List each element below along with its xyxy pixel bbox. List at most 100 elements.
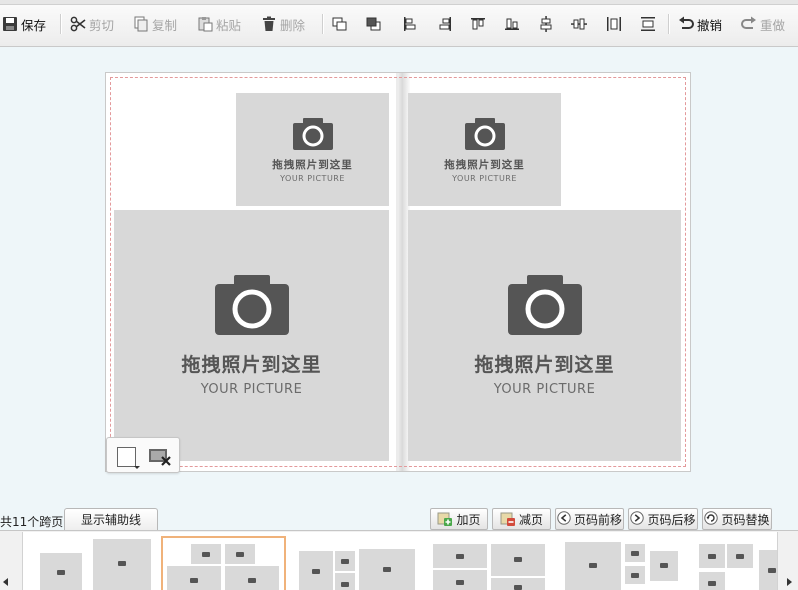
thumb-slot: [565, 542, 621, 590]
align-middle-icon: [538, 16, 554, 32]
distribute-h-button[interactable]: [606, 13, 622, 35]
undo-button[interactable]: 撤销: [678, 13, 722, 35]
copy-button[interactable]: 复制: [133, 13, 177, 35]
bring-forward-button[interactable]: [332, 13, 348, 35]
thumb-slot: [625, 566, 645, 584]
align-bottom-button[interactable]: [504, 13, 520, 35]
toolbar: 保存 剪切 复制 粘贴 删除 撤销 重做: [0, 0, 798, 47]
photo-slot[interactable]: 拖拽照片到这里 YOUR PICTURE: [114, 210, 389, 461]
show-guides-button[interactable]: 显示辅助线: [64, 508, 158, 530]
camera-icon: [507, 275, 582, 335]
toolbar-separator: [322, 14, 324, 34]
thumb-slot: [40, 553, 82, 590]
align-center-icon: [571, 16, 587, 32]
save-button[interactable]: 保存: [2, 13, 46, 35]
remove-background-icon: [149, 449, 171, 466]
thumb-slot: [433, 570, 487, 590]
arrow-right-icon: [630, 510, 645, 528]
replace-page-button[interactable]: 页码替换: [702, 508, 772, 530]
replace-page-label: 页码替换: [721, 512, 770, 527]
move-backward-label: 页码后移: [647, 512, 696, 527]
thumb-slot: [650, 551, 678, 581]
placeholder-text-en: YOUR PICTURE: [200, 382, 303, 397]
background-color-picker[interactable]: [117, 447, 140, 469]
redo-label: 重做: [760, 17, 786, 33]
align-left-button[interactable]: [402, 13, 418, 35]
photo-slot[interactable]: 拖拽照片到这里 YOUR PICTURE: [236, 93, 389, 206]
remove-background-button[interactable]: [148, 448, 172, 469]
toolbar-separator: [60, 14, 62, 34]
spread-count: 共11个跨页: [0, 515, 64, 529]
cut-icon: [70, 16, 86, 32]
delete-button[interactable]: 删除: [261, 13, 305, 35]
placeholder-text-cn: 拖拽照片到这里: [181, 354, 322, 376]
thumb-slot: [699, 572, 725, 590]
move-page-backward-button[interactable]: 页码后移: [628, 508, 698, 530]
thumbnail-viewport: [22, 532, 778, 590]
thumb-slot: [167, 566, 221, 590]
placeholder-text-cn: 拖拽照片到这里: [474, 354, 615, 376]
save-icon: [2, 16, 18, 32]
align-top-icon: [470, 16, 486, 32]
element-toolbox: [106, 437, 180, 473]
thumb-slot: [191, 544, 221, 564]
undo-icon: [678, 16, 694, 32]
distribute-v-button[interactable]: [640, 13, 656, 35]
thumb-slot: [491, 578, 545, 590]
spread-thumbnail[interactable]: [565, 535, 689, 590]
bring-forward-icon: [332, 16, 348, 32]
redo-icon: [741, 16, 757, 32]
thumb-slot: [359, 549, 415, 590]
align-right-icon: [437, 16, 453, 32]
thumb-slot: [727, 544, 753, 568]
move-forward-label: 页码前移: [573, 512, 622, 527]
paste-icon: [197, 16, 213, 32]
paste-button[interactable]: 粘贴: [197, 13, 241, 35]
cut-button[interactable]: 剪切: [70, 13, 114, 35]
align-left-icon: [402, 16, 418, 32]
camera-icon: [214, 275, 289, 335]
align-bottom-icon: [504, 16, 520, 32]
thumb-slot: [625, 544, 645, 562]
paste-label: 粘贴: [216, 17, 242, 33]
thumb-slot: [491, 544, 545, 576]
align-center-h-button[interactable]: [571, 13, 587, 35]
placeholder-text-en: YOUR PICTURE: [493, 382, 596, 397]
placeholder-text-en: YOUR PICTURE: [452, 173, 517, 183]
toolbar-separator: [668, 14, 670, 34]
camera-icon: [292, 117, 333, 150]
save-label: 保存: [21, 17, 47, 33]
strip-scroll-left-arrow[interactable]: [3, 578, 8, 586]
send-backward-icon: [366, 16, 382, 32]
move-page-forward-button[interactable]: 页码前移: [555, 508, 624, 530]
spread-thumbnail[interactable]: [26, 535, 156, 590]
add-page-button[interactable]: 加页: [430, 508, 488, 530]
align-center-v-button[interactable]: [538, 13, 554, 35]
spread-thumbnail[interactable]: [297, 535, 427, 590]
copy-label: 复制: [152, 17, 178, 33]
distribute-v-icon: [640, 16, 656, 32]
photo-slot[interactable]: 拖拽照片到这里 YOUR PICTURE: [408, 210, 681, 461]
align-top-button[interactable]: [470, 13, 486, 35]
thumb-slot: [299, 551, 333, 590]
thumb-slot: [759, 550, 777, 590]
remove-page-label: 减页: [518, 512, 543, 527]
placeholder-text-en: YOUR PICTURE: [280, 173, 345, 183]
thumb-slot: [699, 544, 725, 568]
spread-thumbnail-selected[interactable]: [161, 536, 286, 590]
replace-icon: [704, 510, 719, 528]
arrow-left-icon: [557, 510, 571, 528]
photo-slot[interactable]: 拖拽照片到这里 YOUR PICTURE: [408, 93, 561, 206]
page-thumbnail-strip: [0, 530, 798, 590]
strip-scroll-right-arrow[interactable]: [787, 578, 792, 586]
thumb-slot: [225, 544, 255, 564]
redo-button[interactable]: 重做: [741, 13, 785, 35]
distribute-h-icon: [606, 16, 622, 32]
spread-canvas: 拖拽照片到这里 YOUR PICTURE 拖拽照片到这里 YOUR PICTUR…: [105, 72, 691, 472]
spread-thumbnail[interactable]: [431, 535, 555, 590]
align-right-button[interactable]: [437, 13, 453, 35]
remove-page-button[interactable]: 减页: [492, 508, 551, 530]
remove-page-icon: [500, 510, 516, 529]
send-backward-button[interactable]: [366, 13, 382, 35]
spread-thumbnail[interactable]: [697, 535, 777, 590]
